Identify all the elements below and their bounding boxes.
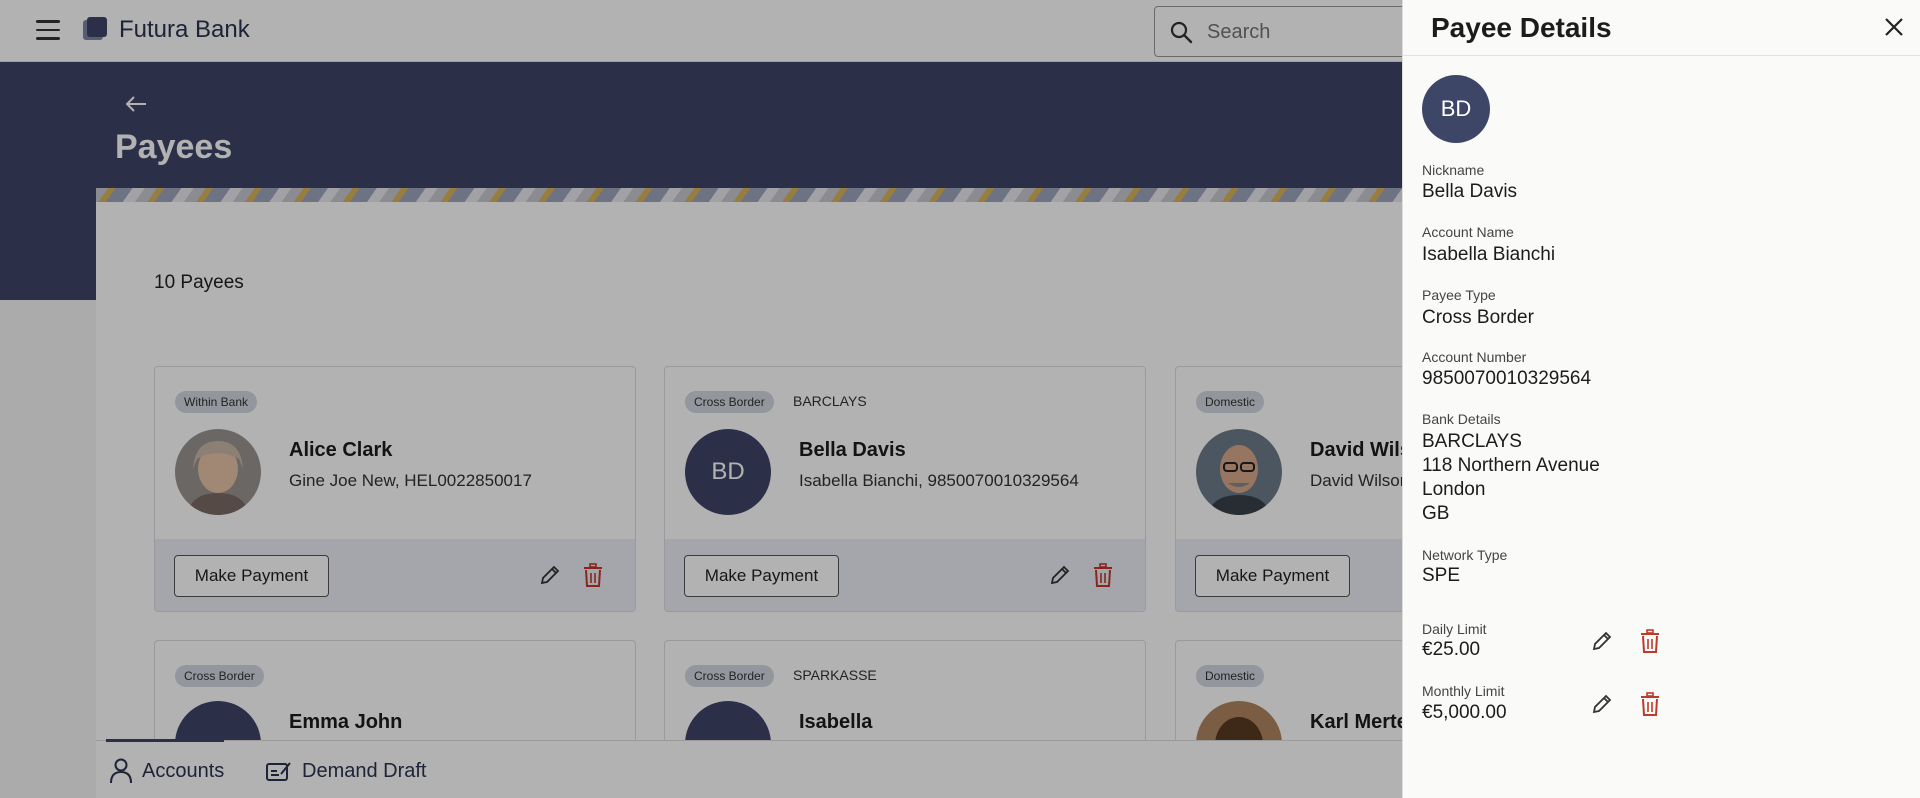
bank-details-line: BARCLAYS [1422,431,1522,452]
nickname-label: Nickname [1422,162,1485,178]
delete-icon[interactable] [1639,692,1661,716]
account-name-value: Isabella Bianchi [1422,244,1556,265]
network-type-label: Network Type [1422,547,1508,563]
close-icon[interactable] [1883,16,1905,38]
drawer-header: Payee Details [1403,0,1920,56]
edit-icon[interactable] [1591,693,1613,715]
network-type-value: SPE [1422,565,1461,586]
monthly-limit-value: €5,000.00 [1422,702,1507,723]
account-number-label: Account Number [1422,349,1527,365]
payee-type-label: Payee Type [1422,287,1496,303]
daily-limit-label: Daily Limit [1422,621,1487,637]
bank-details-line: London [1422,479,1486,500]
nickname-value: Bella Davis [1422,181,1518,202]
edit-icon[interactable] [1591,630,1613,652]
bank-details-line: 118 Northern Avenue [1422,455,1600,476]
monthly-limit-label: Monthly Limit [1422,683,1505,699]
drawer-title: Payee Details [1431,12,1612,43]
delete-icon[interactable] [1639,629,1661,653]
daily-limit-value: €25.00 [1422,639,1481,660]
bank-details-label: Bank Details [1422,411,1501,427]
avatar: BD [1422,75,1490,143]
bank-details-line: GB [1422,503,1450,524]
account-number-value: 9850070010329564 [1422,368,1592,389]
payee-details-drawer: Payee Details BD Nickname Bella Davis Ac… [1402,0,1920,798]
account-name-label: Account Name [1422,224,1514,240]
payee-type-value: Cross Border [1422,307,1534,328]
